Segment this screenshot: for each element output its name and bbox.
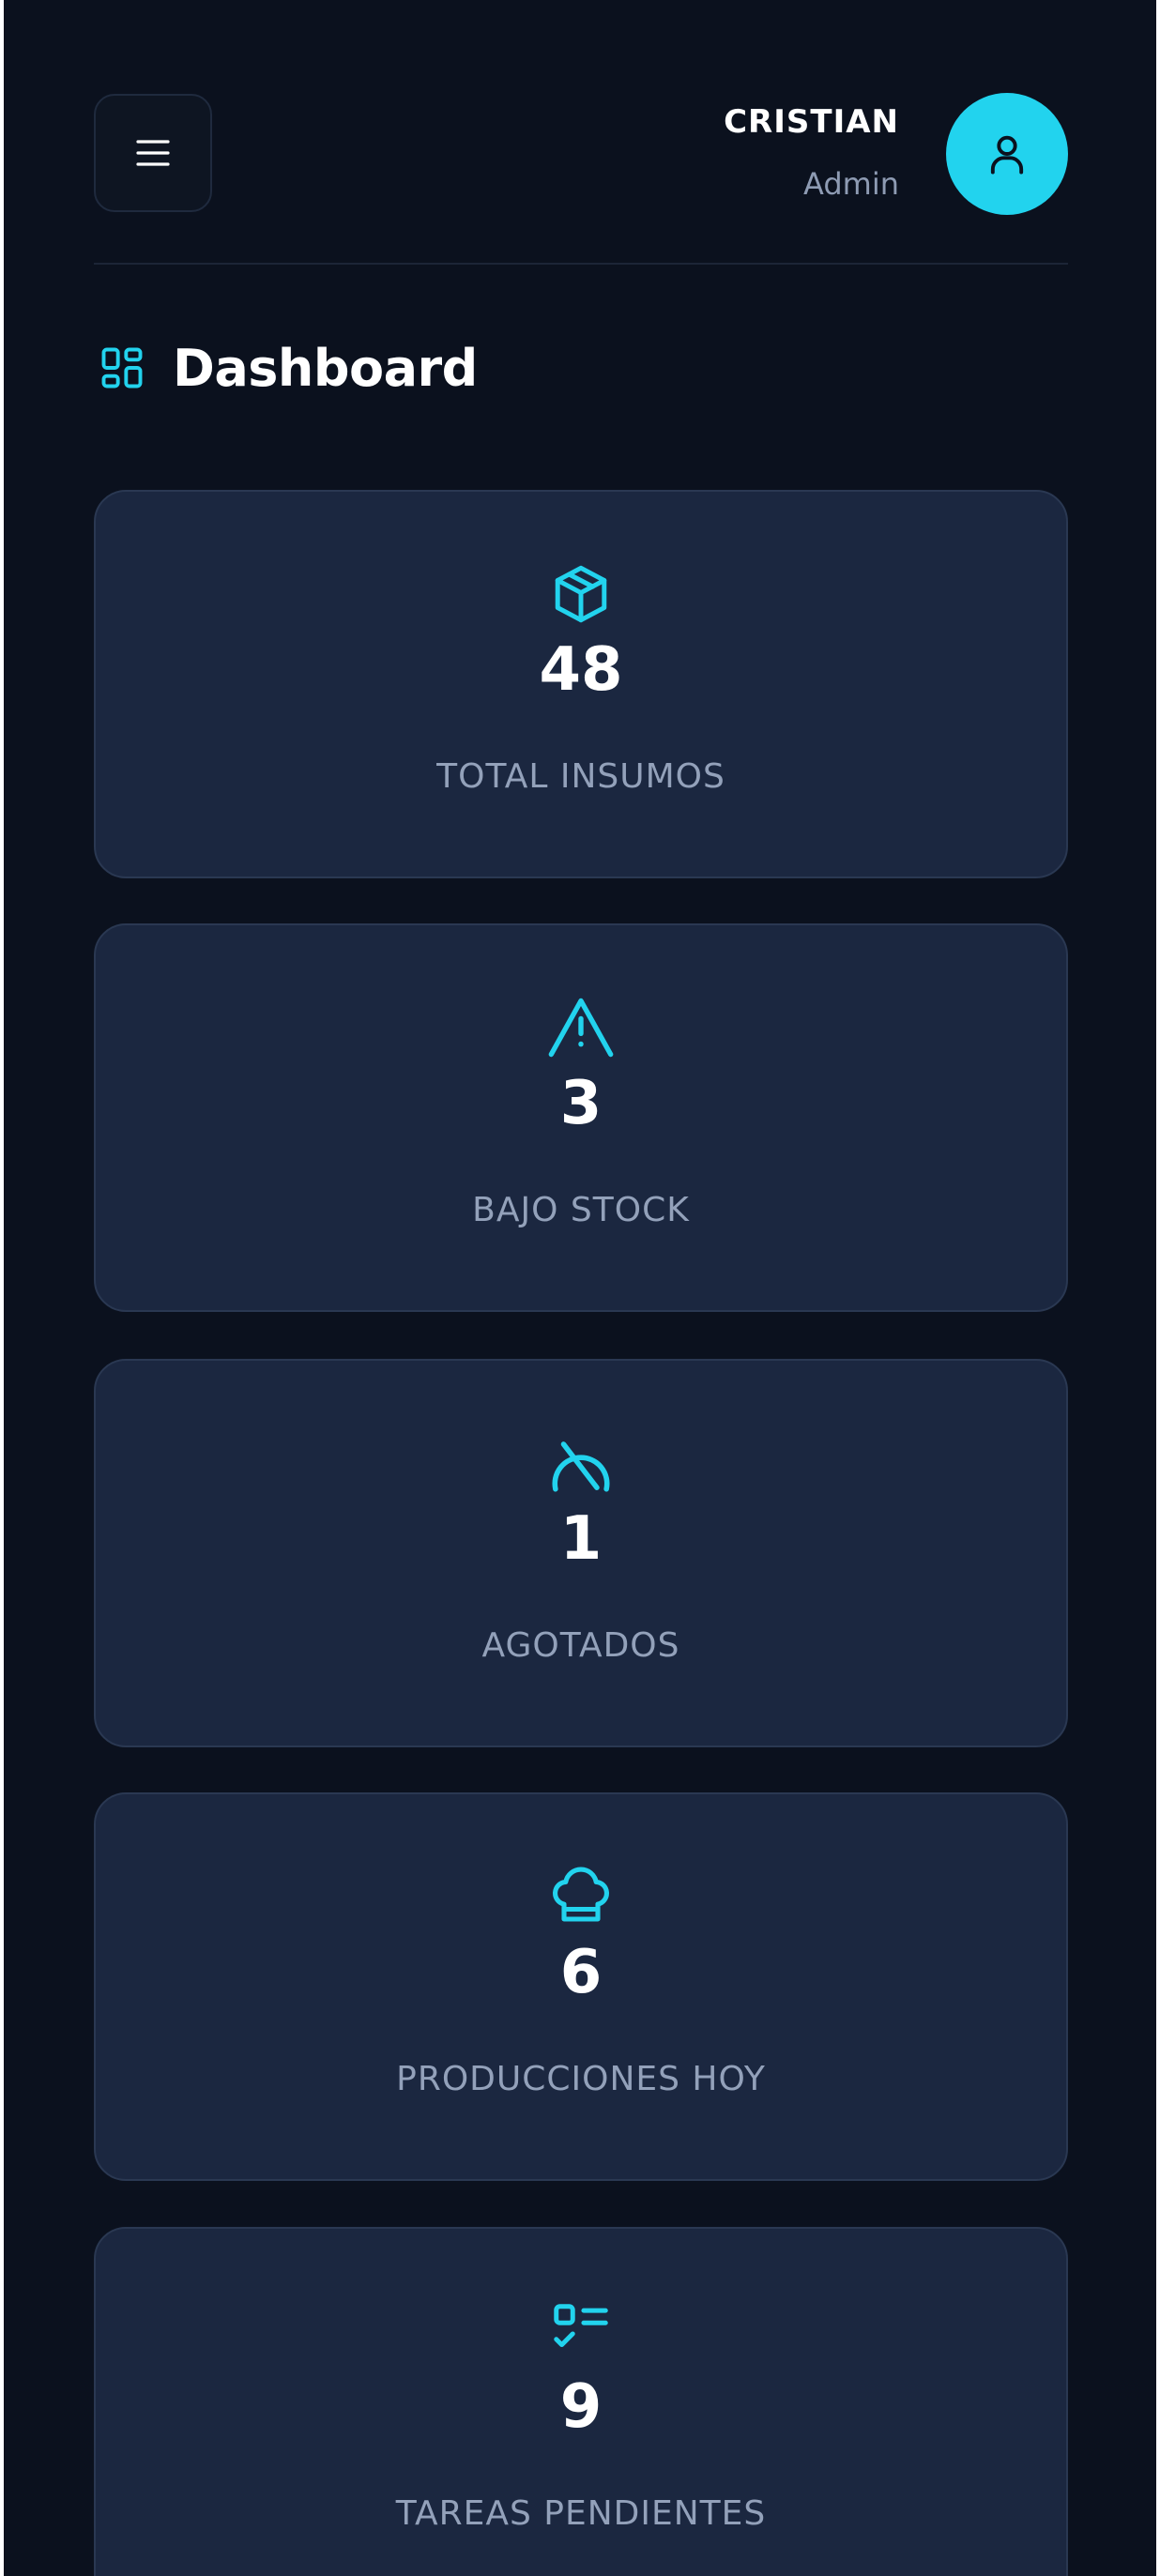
stat-value: 6 (559, 1938, 603, 2007)
stat-label: PRODUCCIONES HOY (396, 2060, 766, 2098)
user-info: CRISTIAN Admin (724, 101, 899, 206)
stat-card-agotados[interactable]: 1 AGOTADOS (94, 1359, 1068, 1747)
user-icon (990, 135, 1024, 175)
stat-card-bajo-stock[interactable]: 3 BAJO STOCK (94, 923, 1068, 1312)
package-icon (555, 565, 607, 623)
user-role: Admin (803, 166, 899, 202)
stat-label: TAREAS PENDIENTES (395, 2494, 767, 2533)
user-name: CRISTIAN (724, 103, 899, 141)
stat-value: 9 (559, 2372, 603, 2442)
hamburger-icon (136, 140, 170, 166)
chef-hat-icon (553, 1867, 609, 1922)
dashboard-icon (101, 347, 143, 389)
stat-card-producciones-hoy[interactable]: 6 PRODUCCIONES HOY (94, 1792, 1068, 2181)
avatar[interactable] (946, 93, 1068, 215)
stat-value: 48 (539, 635, 623, 705)
warning-icon (548, 998, 614, 1058)
stat-label: BAJO STOCK (472, 1191, 690, 1229)
page-title: Dashboard (173, 338, 478, 398)
stat-label: AGOTADOS (481, 1626, 680, 1665)
stat-value: 3 (559, 1069, 603, 1138)
stat-card-total-insumos[interactable]: 48 TOTAL INSUMOS (94, 490, 1068, 878)
menu-button[interactable] (94, 94, 212, 212)
stat-value: 1 (559, 1504, 603, 1574)
app-screen: CRISTIAN Admin Dashboard 48 TOTAL INSUMO… (4, 0, 1156, 2576)
ban-icon (552, 1441, 610, 1492)
stat-label: TOTAL INSUMOS (436, 757, 725, 796)
page-header: Dashboard (98, 330, 478, 405)
top-bar: CRISTIAN Admin (94, 90, 1068, 218)
task-list-icon (554, 2304, 608, 2348)
stat-card-tareas-pendientes[interactable]: 9 TAREAS PENDIENTES (94, 2227, 1068, 2576)
header-divider (94, 263, 1068, 265)
